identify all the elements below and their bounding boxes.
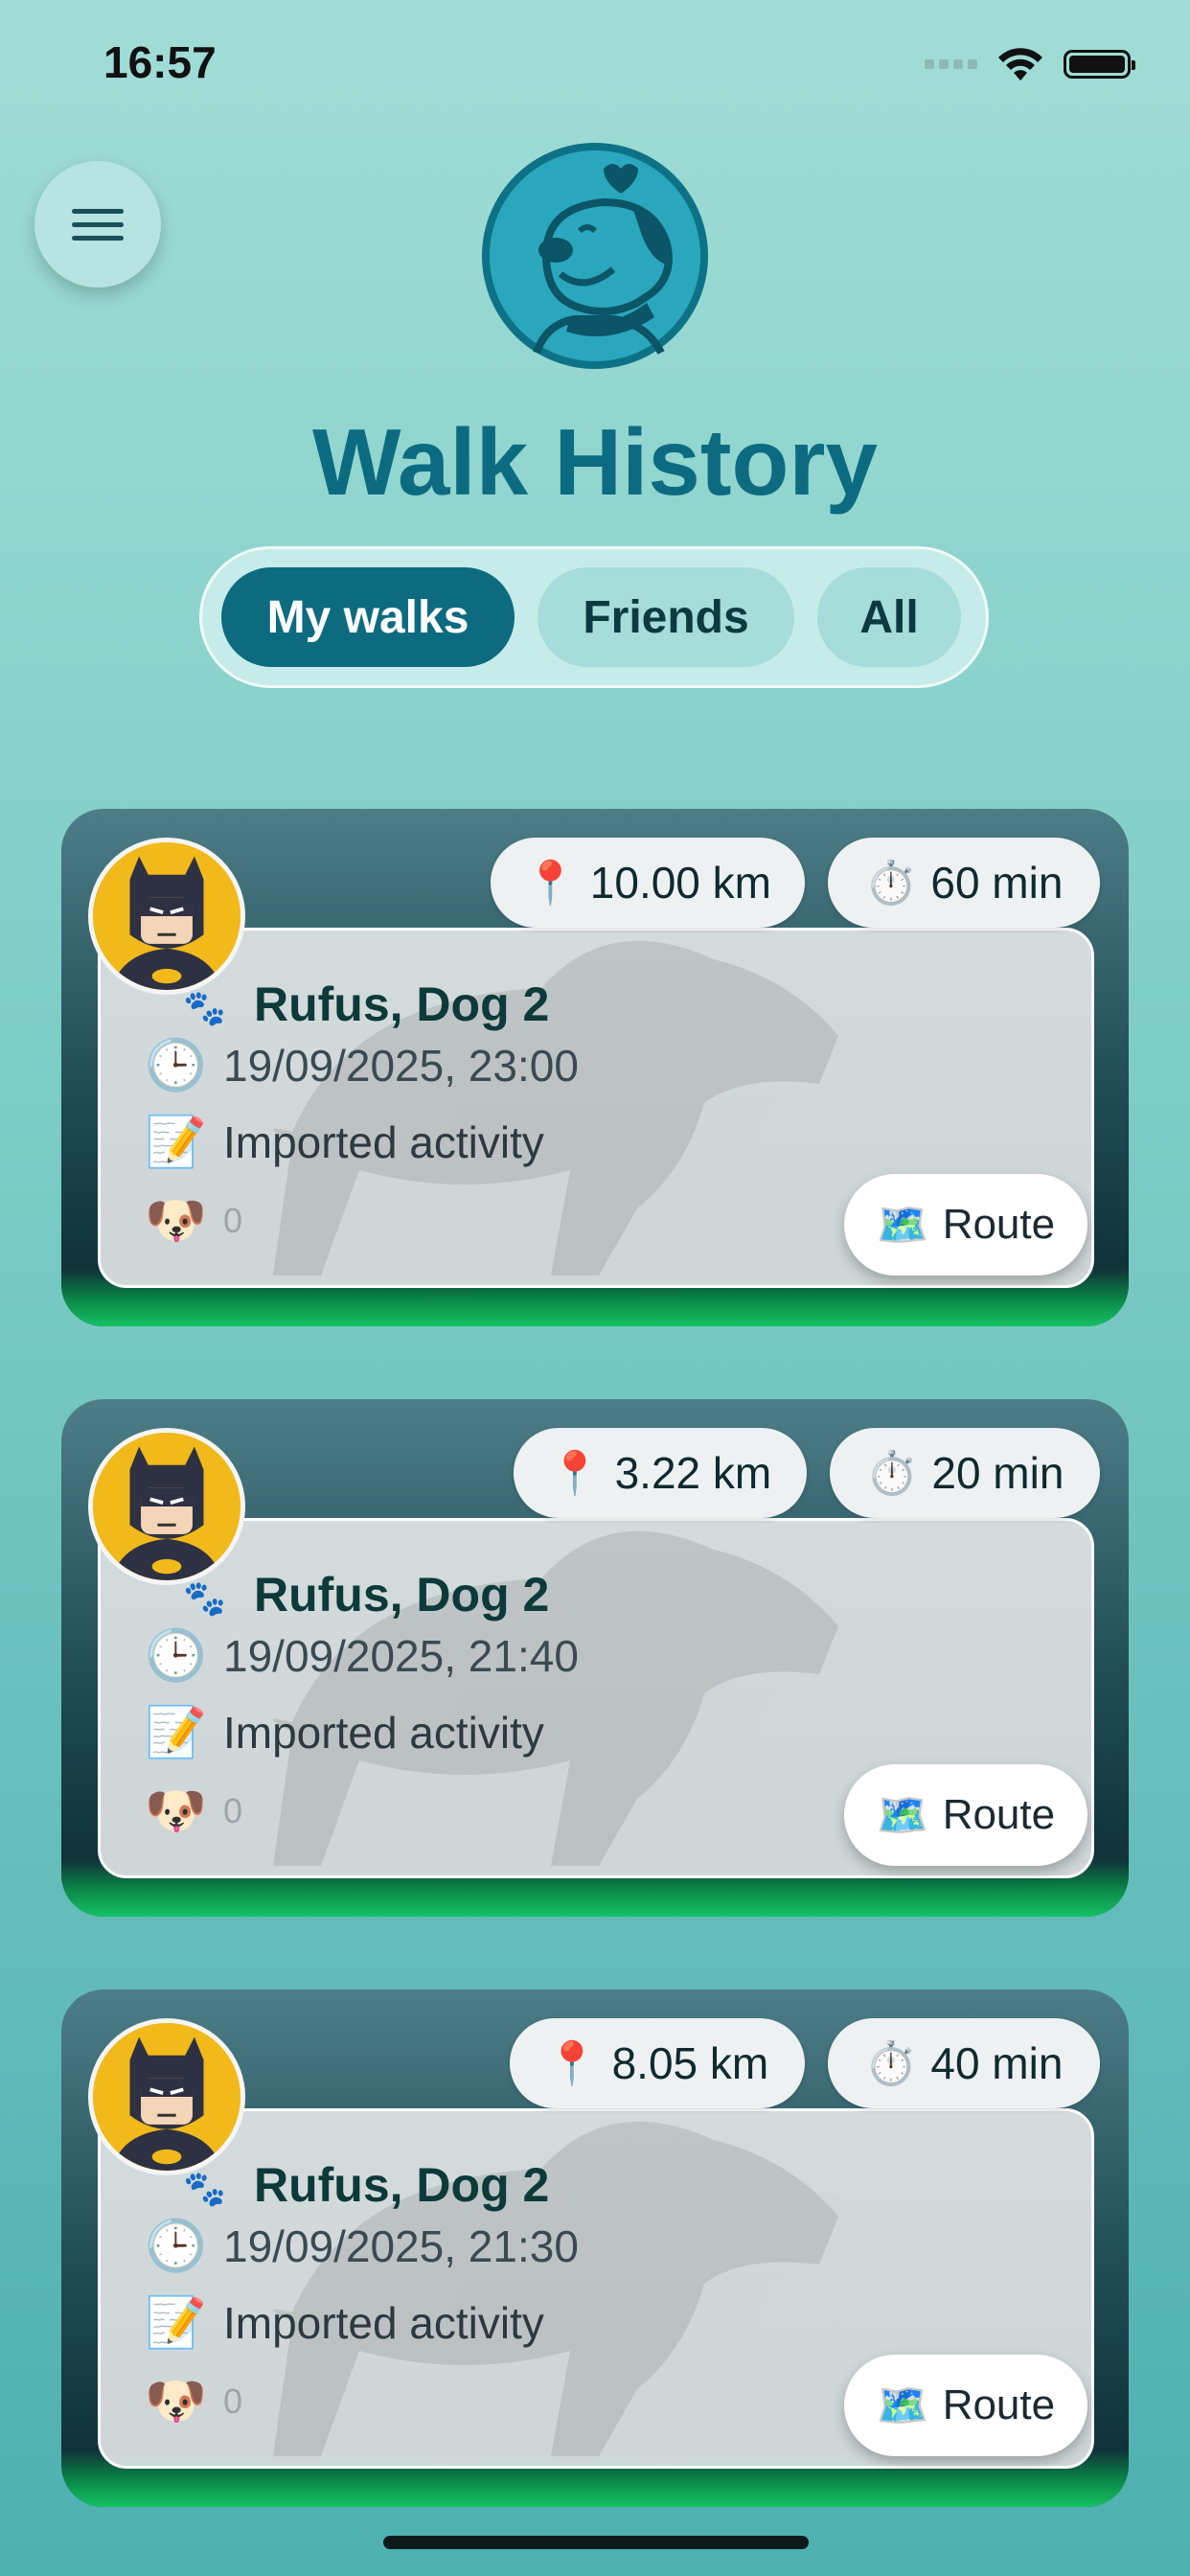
memo-icon: 📝: [145, 1705, 207, 1760]
status-icons: [925, 46, 1135, 82]
walk-card[interactable]: 🐾 Rufus, Dog 2 🕒 19/09/2025, 21:30 📝 Impor…: [61, 1990, 1129, 2507]
walk-details-panel: 🐾 Rufus, Dog 2 🕒 19/09/2025, 23:00 📝 Impor…: [98, 928, 1094, 1288]
distance-pill: 📍 8.05 km: [510, 2018, 805, 2108]
walk-details-panel: 🐾 Rufus, Dog 2 🕒 19/09/2025, 21:30 📝 Impor…: [98, 2108, 1094, 2469]
walk-datetime-row: 🕒 19/09/2025, 21:30: [145, 2217, 579, 2275]
status-time: 16:57: [103, 37, 217, 87]
dog-face-icon: 🐶: [145, 1193, 207, 1249]
walk-duration: 40 min: [930, 2038, 1064, 2088]
walk-datetime: 19/09/2025, 23:00: [223, 1040, 579, 1091]
walk-datetime-row: 🕒 19/09/2025, 23:00: [145, 1036, 579, 1094]
walk-details-panel: 🐾 Rufus, Dog 2 🕒 19/09/2025, 21:40 📝 Impor…: [98, 1518, 1094, 1878]
walk-count: 0: [223, 1790, 243, 1830]
home-indicator[interactable]: [383, 2536, 809, 2549]
route-label: Route: [942, 2381, 1056, 2428]
distance-pill: 📍 10.00 km: [491, 838, 805, 928]
hamburger-icon-line: [72, 208, 124, 214]
walk-dogs: Rufus, Dog 2: [254, 1568, 550, 1622]
walk-dog-count-row: 🐶 0: [145, 2372, 242, 2430]
clock-icon: 🕒: [145, 2219, 207, 2274]
distance-pill: 📍 3.22 km: [514, 1428, 807, 1518]
clock-icon: 🕒: [145, 1038, 207, 1093]
avatar[interactable]: [88, 2018, 245, 2175]
tab-friends[interactable]: Friends: [538, 567, 794, 667]
walk-note: Imported activity: [223, 1707, 544, 1758]
walk-count: 0: [223, 1200, 243, 1240]
walk-datetime-row: 🕒 19/09/2025, 21:40: [145, 1626, 579, 1685]
map-icon: 🗺️: [876, 1792, 929, 1839]
paw-icon: 🐾: [183, 988, 226, 1027]
route-label: Route: [942, 1791, 1056, 1838]
walk-note-row: 📝 Imported activity: [145, 1113, 544, 1171]
duration-pill: ⏱️ 20 min: [830, 1428, 1100, 1518]
duration-pill: ⏱️ 60 min: [828, 838, 1100, 928]
walk-note-row: 📝 Imported activity: [145, 1703, 544, 1761]
walk-duration: 20 min: [931, 1448, 1064, 1498]
duration-pill: ⏱️ 40 min: [828, 2018, 1100, 2108]
tab-my-walks[interactable]: My walks: [221, 567, 515, 667]
cellular-signal-icon: [925, 59, 977, 69]
pin-icon: 📍: [545, 2040, 599, 2087]
hamburger-icon-line: [72, 235, 124, 241]
stopwatch-icon: ⏱️: [864, 860, 918, 907]
avatar[interactable]: [88, 1428, 245, 1585]
walk-card[interactable]: 🐾 Rufus, Dog 2 🕒 19/09/2025, 23:00 📝 Impor…: [61, 809, 1129, 1326]
tab-all[interactable]: All: [817, 567, 961, 667]
walk-datetime: 19/09/2025, 21:30: [223, 2220, 579, 2271]
route-label: Route: [942, 1201, 1056, 1248]
walk-note: Imported activity: [223, 2297, 544, 2348]
wifi-icon: [998, 48, 1042, 80]
stopwatch-icon: ⏱️: [864, 2040, 918, 2087]
memo-icon: 📝: [145, 1115, 207, 1170]
walk-card[interactable]: 🐾 Rufus, Dog 2 🕒 19/09/2025, 21:40 📝 Impor…: [61, 1399, 1129, 1917]
dog-face-icon: 🐶: [145, 2374, 207, 2429]
walk-datetime: 19/09/2025, 21:40: [223, 1630, 579, 1681]
pin-icon: 📍: [548, 1450, 602, 1497]
paw-icon: 🐾: [183, 1578, 226, 1618]
walk-note: Imported activity: [223, 1116, 544, 1167]
walk-distance: 10.00 km: [589, 858, 771, 908]
walk-dog-count-row: 🐶 0: [145, 1782, 242, 1840]
route-button[interactable]: 🗺️ Route: [844, 1764, 1087, 1866]
route-button[interactable]: 🗺️ Route: [844, 1174, 1087, 1276]
walk-distance: 8.05 km: [611, 2038, 769, 2088]
memo-icon: 📝: [145, 2295, 207, 2351]
walk-dog-count-row: 🐶 0: [145, 1191, 242, 1250]
paw-icon: 🐾: [183, 2169, 226, 2208]
route-button[interactable]: 🗺️ Route: [844, 2355, 1087, 2456]
walk-distance: 3.22 km: [614, 1448, 772, 1498]
clock-icon: 🕒: [145, 1628, 207, 1684]
stopwatch-icon: ⏱️: [865, 1450, 919, 1497]
page-title: Walk History: [312, 409, 878, 515]
battery-icon: [1064, 50, 1135, 79]
hamburger-icon-line: [72, 221, 124, 227]
menu-button[interactable]: [34, 161, 161, 288]
walk-note-row: 📝 Imported activity: [145, 2293, 544, 2352]
app-logo-icon: [482, 143, 708, 369]
avatar[interactable]: [88, 838, 245, 995]
walk-dogs: Rufus, Dog 2: [254, 978, 550, 1031]
walk-duration: 60 min: [930, 858, 1064, 908]
walk-filter-tabs: My walks Friends All: [199, 546, 989, 688]
walk-dogs: Rufus, Dog 2: [254, 2158, 550, 2212]
map-icon: 🗺️: [876, 1202, 929, 1249]
map-icon: 🗺️: [876, 2382, 929, 2429]
walk-count: 0: [223, 2380, 243, 2421]
pin-icon: 📍: [523, 860, 577, 907]
dog-face-icon: 🐶: [145, 1783, 207, 1839]
